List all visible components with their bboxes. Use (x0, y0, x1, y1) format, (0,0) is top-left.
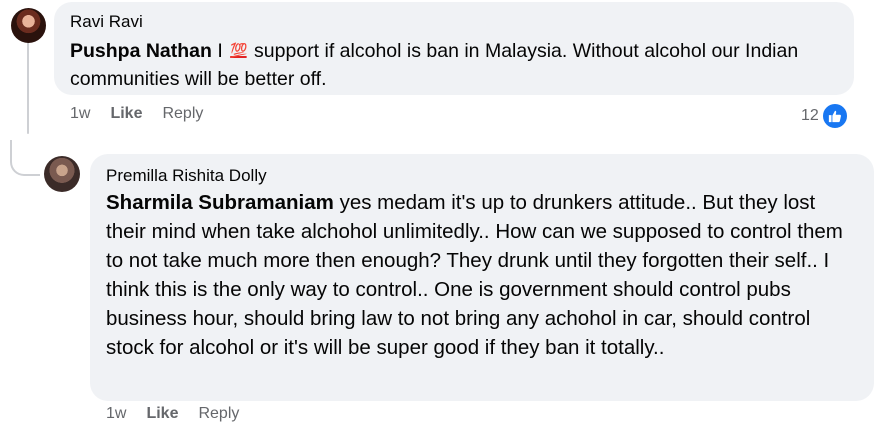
comment-text-part: yes medam it's up to drunkers attitude..… (106, 191, 843, 359)
hundred-points-emoji: 💯 (230, 42, 247, 58)
comment-actions: 1w Like Reply (106, 405, 239, 423)
comment-bubble: Premilla Rishita Dolly Sharmila Subraman… (90, 154, 874, 401)
mention-link[interactable]: Sharmila Subramaniam (106, 191, 334, 214)
like-icon (820, 102, 849, 130)
mention-link[interactable]: Pushpa Nathan (70, 40, 212, 62)
avatar[interactable] (11, 8, 46, 43)
avatar[interactable] (44, 156, 80, 192)
comment-actions: 1w Like Reply (70, 105, 203, 123)
like-button[interactable]: Like (110, 105, 142, 123)
comment-author[interactable]: Premilla Rishita Dolly (106, 166, 858, 186)
comment-text: Sharmila Subramaniam yes medam it's up t… (106, 188, 858, 362)
comment-author[interactable]: Ravi Ravi (70, 12, 838, 32)
reaction-summary[interactable]: 12 (801, 102, 849, 130)
comment-timestamp[interactable]: 1w (70, 105, 90, 123)
like-button[interactable]: Like (146, 405, 178, 423)
comment-timestamp[interactable]: 1w (106, 405, 126, 423)
comment-text-part: I (211, 40, 229, 62)
thread-line (27, 42, 29, 134)
reply-connector (10, 140, 40, 176)
reply-button[interactable]: Reply (162, 105, 203, 123)
comment-bubble: Ravi Ravi Pushpa Nathan I 💯 support if a… (54, 2, 854, 95)
comment-text: Pushpa Nathan I 💯 support if alcohol is … (70, 36, 838, 93)
reaction-count: 12 (801, 107, 819, 124)
reply-button[interactable]: Reply (198, 405, 239, 423)
